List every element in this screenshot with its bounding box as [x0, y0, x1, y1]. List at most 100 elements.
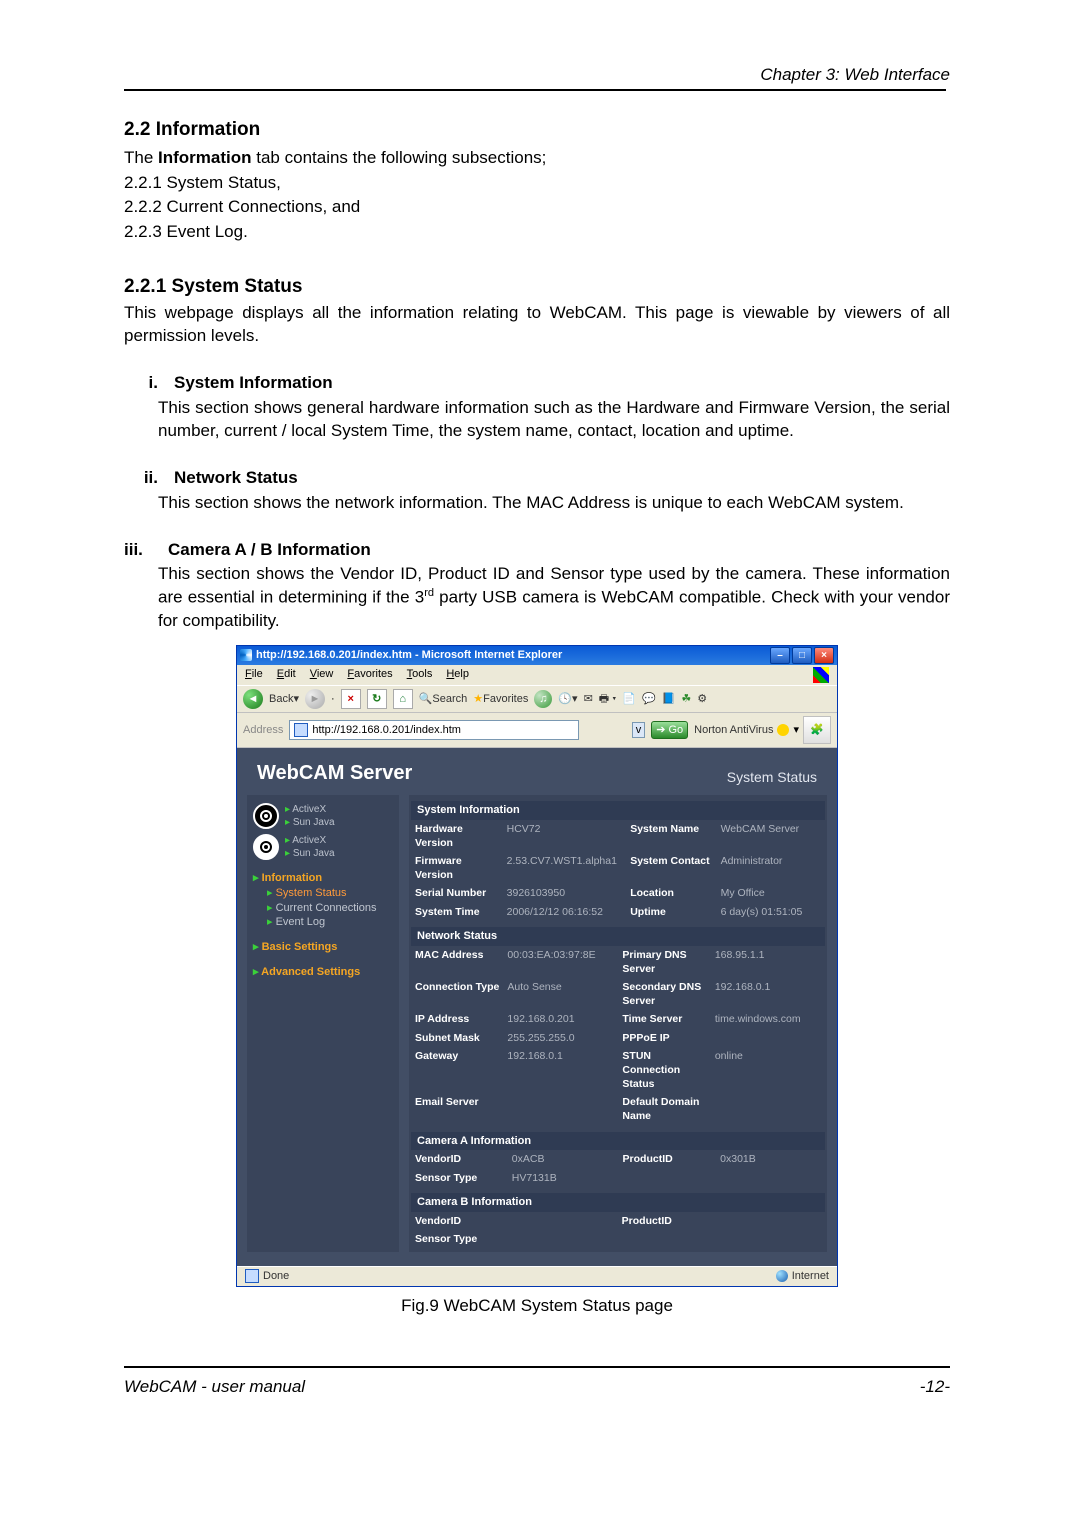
footer-left: WebCAM - user manual: [124, 1376, 305, 1399]
back-button[interactable]: ◄: [243, 689, 263, 709]
camera-b-icon: [253, 834, 279, 860]
sup-rd: rd: [424, 587, 434, 599]
assistant-icon[interactable]: 🧩: [803, 716, 831, 744]
section-camera-b: Camera B Information: [411, 1193, 825, 1212]
media-button[interactable]: ♫: [534, 690, 552, 708]
i-head: System Information: [174, 372, 333, 395]
sidebar-item-basic-settings[interactable]: Basic Settings: [253, 940, 393, 955]
ie-window: http://192.168.0.201/index.htm - Microso…: [236, 645, 838, 1287]
main-panel: System Information Hardware VersionHCV72…: [409, 795, 827, 1252]
forward-button[interactable]: ►: [305, 689, 325, 709]
stop-button[interactable]: ×: [341, 689, 361, 709]
cam-a-activex[interactable]: ActiveX: [285, 803, 335, 817]
ii-head: Network Status: [174, 467, 298, 490]
norton-label[interactable]: Norton AntiVirus: [694, 723, 773, 738]
status-bar: Done Internet: [237, 1266, 837, 1286]
search-button[interactable]: 🔍 Search: [419, 692, 468, 707]
li-2: 2.2.2 Current Connections, and: [124, 196, 950, 219]
toolbar: ◄ Back ▾ ► · × ↻ ⌂ 🔍 Search ★ Favorites …: [237, 685, 837, 713]
page-subtitle: System Status: [727, 768, 817, 787]
address-drop-icon[interactable]: v: [632, 722, 646, 739]
section-system-information: System Information: [411, 801, 825, 820]
i-num: i.: [124, 372, 174, 395]
sep: ·: [331, 692, 335, 707]
status-done: Done: [263, 1269, 289, 1284]
favorites-button[interactable]: ★ Favorites: [473, 692, 528, 707]
mail-button[interactable]: ✉: [584, 692, 593, 707]
menu-tools[interactable]: Tools: [407, 667, 433, 683]
section-camera-a: Camera A Information: [411, 1132, 825, 1151]
norton-drop-icon[interactable]: ▾: [793, 723, 799, 738]
window-title: http://192.168.0.201/index.htm - Microso…: [256, 648, 562, 663]
h-ii: ii. Network Status: [124, 467, 950, 490]
address-bar-row: Address http://192.168.0.201/index.htm v…: [237, 713, 837, 748]
cam-b-activex[interactable]: ActiveX: [285, 834, 335, 848]
menu-view[interactable]: View: [310, 667, 334, 683]
webcam-page: WebCAM Server System Status ActiveX Sun …: [237, 748, 837, 1266]
menubar[interactable]: File Edit View Favorites Tools Help: [237, 665, 837, 685]
p-i: This section shows general hardware info…: [158, 397, 950, 443]
intro-line: The Information tab contains the followi…: [124, 147, 950, 170]
li-1: 2.2.1 System Status,: [124, 172, 950, 195]
camera-b-block[interactable]: ActiveX Sun Java: [253, 834, 393, 861]
sidebar: ActiveX Sun Java ActiveX Sun Java: [247, 795, 399, 1252]
h-2-2: 2.2 Information: [124, 117, 950, 143]
h-iii: iii. Camera A / B Information: [124, 539, 950, 562]
table-camera-b: VendorIDProductID Sensor Type: [411, 1212, 825, 1248]
figure-caption: Fig.9 WebCAM System Status page: [124, 1295, 950, 1318]
home-button[interactable]: ⌂: [393, 689, 413, 709]
address-label: Address: [243, 723, 283, 738]
menu-file[interactable]: File: [245, 667, 263, 683]
footer: WebCAM - user manual -12-: [124, 1366, 950, 1399]
minimize-button[interactable]: –: [770, 647, 790, 664]
sidebar-item-event-log[interactable]: Event Log: [253, 915, 393, 930]
page-title: WebCAM Server: [257, 760, 412, 787]
intro-bold: Information: [158, 148, 252, 167]
ii-num: ii.: [124, 467, 174, 490]
p-ii: This section shows the network informati…: [158, 492, 950, 515]
menu-favorites[interactable]: Favorites: [347, 667, 392, 683]
section-network-status: Network Status: [411, 927, 825, 946]
camera-a-icon: [253, 803, 279, 829]
ie-logo-icon: [240, 649, 252, 661]
windows-flag-icon: [813, 667, 829, 683]
menu-help[interactable]: Help: [446, 667, 469, 683]
iii-head: Camera A / B Information: [168, 539, 371, 562]
refresh-button[interactable]: ↻: [367, 689, 387, 709]
maximize-button[interactable]: □: [792, 647, 812, 664]
norton-icon[interactable]: [777, 724, 789, 736]
menu-edit[interactable]: Edit: [277, 667, 296, 683]
back-label[interactable]: Back ▾: [269, 692, 299, 707]
history-button[interactable]: 🕓▾: [558, 692, 577, 707]
edit-button[interactable]: 📄: [622, 692, 636, 707]
cam-b-sunjava[interactable]: Sun Java: [285, 847, 335, 861]
go-button[interactable]: ➔ Go: [651, 721, 688, 740]
table-network-status: MAC Address00:03:EA:03:97:8EPrimary DNS …: [411, 946, 825, 1126]
globe-icon: [776, 1270, 788, 1282]
messenger-button[interactable]: ☘: [681, 692, 691, 707]
status-zone: Internet: [792, 1269, 829, 1284]
page-icon: [294, 723, 308, 737]
rule-top: [124, 89, 946, 91]
table-camera-a: VendorID0xACBProductID0x301B Sensor Type…: [411, 1150, 825, 1186]
iii-num: iii.: [124, 539, 168, 562]
sidebar-item-advanced-settings[interactable]: Advanced Settings: [253, 965, 393, 980]
table-system-information: Hardware VersionHCV72System NameWebCAM S…: [411, 820, 825, 921]
research-button[interactable]: 📘: [662, 692, 676, 707]
cam-a-sunjava[interactable]: Sun Java: [285, 816, 335, 830]
sidebar-item-information[interactable]: Information: [253, 871, 393, 886]
h-2-2-1: 2.2.1 System Status: [124, 274, 950, 300]
print-button[interactable]: 🖶 ▾: [599, 692, 617, 707]
camera-a-block[interactable]: ActiveX Sun Java: [253, 803, 393, 830]
extra-button[interactable]: ⚙: [697, 692, 707, 707]
sidebar-item-current-connections[interactable]: Current Connections: [253, 901, 393, 916]
footer-right: -12-: [920, 1376, 950, 1399]
discuss-button[interactable]: 💬: [642, 692, 656, 707]
close-button[interactable]: ×: [814, 647, 834, 664]
title-bar[interactable]: http://192.168.0.201/index.htm - Microso…: [237, 646, 837, 665]
chapter-header: Chapter 3: Web Interface: [124, 64, 950, 87]
page-done-icon: [245, 1269, 259, 1283]
address-input[interactable]: http://192.168.0.201/index.htm: [289, 720, 579, 741]
sidebar-item-system-status[interactable]: System Status: [253, 886, 393, 901]
p-iii: This section shows the Vendor ID, Produc…: [158, 563, 950, 632]
